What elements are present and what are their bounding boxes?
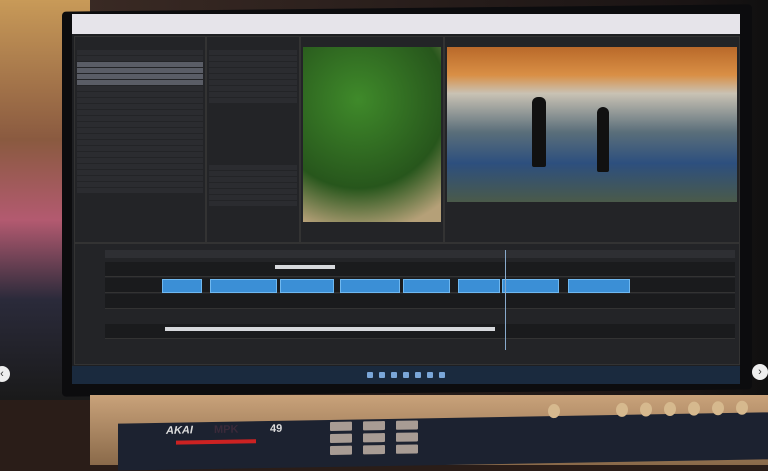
program-monitor [444, 36, 740, 243]
drum-pad[interactable] [363, 433, 385, 443]
title-bar [72, 14, 740, 34]
app-icon[interactable] [415, 372, 421, 378]
effect-controls-panel [206, 36, 300, 243]
drum-pad[interactable] [363, 445, 385, 455]
series-label: MPK [214, 423, 239, 436]
app-icon[interactable] [403, 372, 409, 378]
video-track-v2[interactable] [105, 262, 735, 277]
knob[interactable] [664, 401, 676, 417]
clip[interactable] [340, 279, 400, 293]
audio-track-a1[interactable] [105, 294, 735, 309]
app-icon[interactable] [439, 372, 445, 378]
person-left [532, 97, 546, 167]
source-monitor [300, 36, 444, 243]
red-strip [176, 439, 256, 445]
audio-clip[interactable] [165, 327, 495, 331]
model-label: 49 [270, 422, 283, 436]
title-clip[interactable] [275, 265, 335, 269]
knob[interactable] [736, 400, 748, 415]
knob[interactable] [616, 402, 628, 417]
drum-pad[interactable] [396, 420, 418, 430]
video-track-v1[interactable] [105, 278, 735, 293]
drum-pad[interactable] [396, 444, 418, 454]
clip[interactable] [458, 279, 500, 293]
timeline-panel[interactable] [74, 243, 740, 365]
time-ruler[interactable] [105, 250, 735, 258]
app-icon[interactable] [427, 372, 433, 378]
knob[interactable] [688, 401, 700, 416]
search-icon[interactable] [379, 372, 385, 378]
next-button[interactable]: › [752, 364, 768, 380]
drum-pad[interactable] [330, 433, 352, 443]
editor-screen [72, 14, 740, 384]
project-panel [74, 36, 206, 243]
audio-track-a2[interactable] [105, 324, 735, 339]
drum-pad[interactable] [396, 432, 418, 442]
clip[interactable] [502, 279, 559, 293]
knob[interactable] [712, 401, 724, 416]
clip[interactable] [568, 279, 630, 293]
program-video-frame [447, 47, 737, 202]
taskbar [72, 366, 740, 384]
clip[interactable] [162, 279, 202, 293]
person-right [597, 107, 609, 172]
drum-pad[interactable] [363, 421, 385, 431]
clip[interactable] [210, 279, 277, 293]
knob[interactable] [548, 403, 560, 419]
start-icon[interactable] [367, 372, 373, 378]
playhead[interactable] [505, 250, 506, 350]
app-icon[interactable] [391, 372, 397, 378]
drum-pad[interactable] [330, 421, 352, 431]
source-video-frame [303, 47, 441, 222]
brand-logo: AKAI [166, 424, 193, 437]
drum-pad[interactable] [330, 445, 352, 455]
clip[interactable] [403, 279, 450, 293]
knob[interactable] [640, 402, 652, 417]
clip[interactable] [280, 279, 334, 293]
